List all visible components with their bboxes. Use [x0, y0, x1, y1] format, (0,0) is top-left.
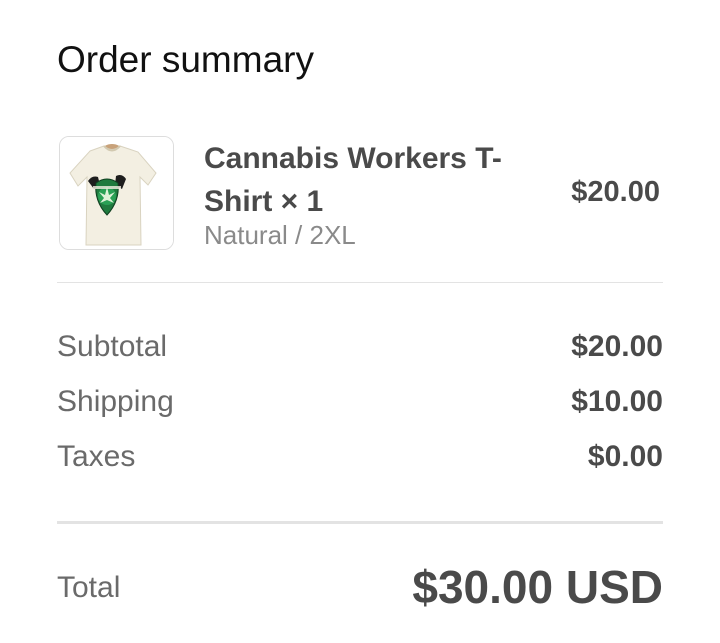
subtotal-label: Subtotal — [57, 330, 168, 363]
order-summary-title: Order summary — [57, 39, 314, 80]
taxes-value: $0.00 — [587, 440, 663, 473]
product-thumbnail — [59, 136, 174, 250]
subtotal-row: Subtotal $20.00 — [57, 327, 663, 367]
line-item-name: Cannabis Workers T-Shirt × 1 — [204, 142, 502, 218]
shipping-value: $10.00 — [571, 385, 663, 418]
total-divider — [57, 521, 663, 524]
divider — [57, 282, 663, 283]
total-value: $30.00 USD — [412, 561, 663, 613]
line-item: Cannabis Workers T-Shirt × 1 Natural / 2… — [57, 135, 663, 251]
taxes-row: Taxes $0.00 — [57, 437, 663, 477]
shipping-label: Shipping — [57, 385, 174, 418]
total-label: Total — [57, 571, 121, 604]
taxes-label: Taxes — [57, 440, 136, 473]
line-item-price: $20.00 — [571, 176, 660, 208]
t-shirt-product-image — [60, 137, 173, 249]
line-item-variant: Natural / 2XL — [204, 220, 356, 250]
shipping-row: Shipping $10.00 — [57, 382, 663, 422]
subtotal-value: $20.00 — [571, 330, 663, 363]
